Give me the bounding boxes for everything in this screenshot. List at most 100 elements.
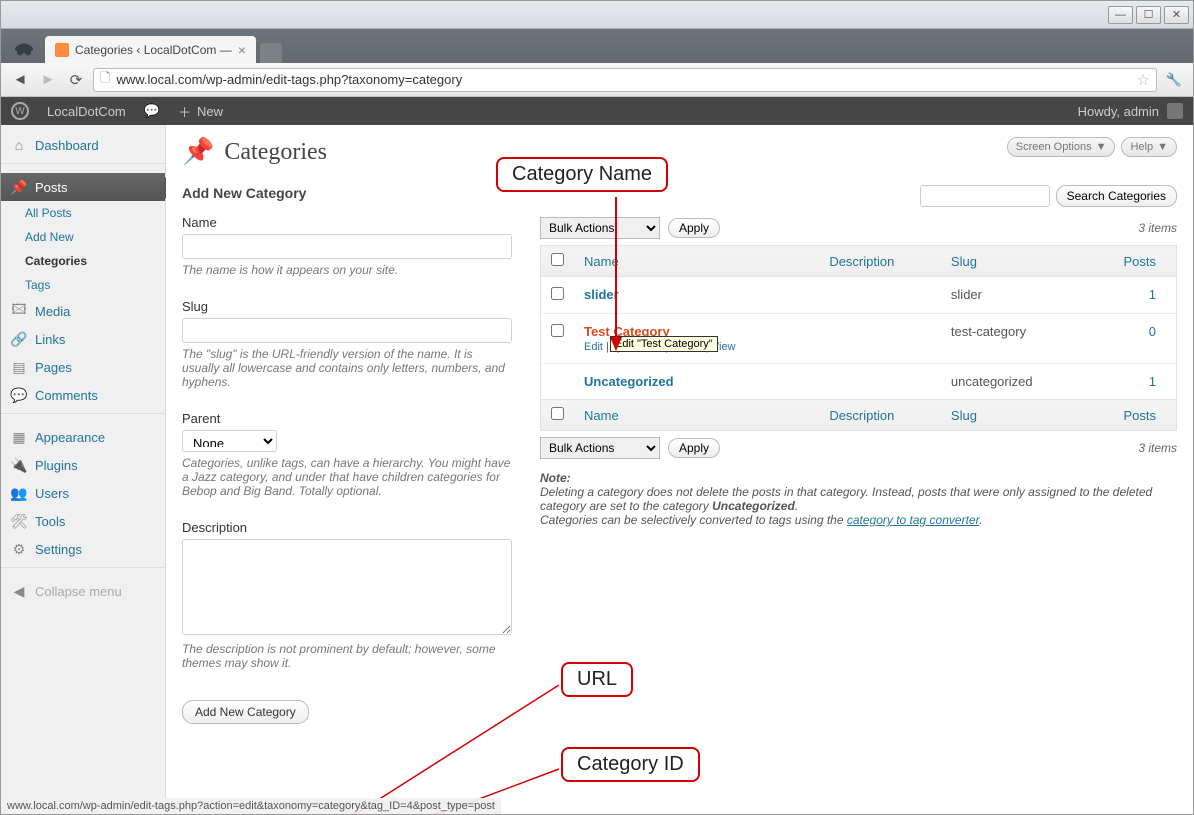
col-slug[interactable]: Slug <box>941 246 1086 277</box>
bulk-actions-select-top[interactable]: Bulk Actions <box>540 217 660 239</box>
menu-label: Comments <box>35 388 98 403</box>
menu-appearance[interactable]: ▦Appearance <box>1 423 165 451</box>
row-slug: test-category <box>941 314 1086 364</box>
media-icon: 🖾 <box>11 303 27 319</box>
menu-label: Dashboard <box>35 138 99 153</box>
name-input[interactable] <box>182 234 512 259</box>
site-name-menu[interactable]: LocalDotCom <box>47 104 126 119</box>
edit-link[interactable]: Edit <box>584 341 603 353</box>
parent-select[interactable]: None <box>182 430 277 452</box>
menu-tools[interactable]: 🛠Tools <box>1 507 165 535</box>
menu-label: Users <box>35 486 69 501</box>
menu-users[interactable]: 👥 Users <box>1 479 165 507</box>
users-icon: 👥 <box>11 485 27 501</box>
wrench-menu-icon[interactable]: 🔧 <box>1163 69 1185 91</box>
row-checkbox[interactable] <box>551 287 564 300</box>
close-window-button[interactable]: ✕ <box>1164 6 1189 24</box>
page-heading: Categories <box>224 139 327 166</box>
select-all-bottom[interactable] <box>551 407 564 420</box>
forward-button[interactable]: ► <box>37 69 59 91</box>
row-checkbox[interactable] <box>551 324 564 337</box>
tab-close-icon[interactable]: × <box>238 42 246 58</box>
col-slug-bottom[interactable]: Slug <box>941 400 1086 431</box>
note-text: Deleting a category does not delete the … <box>540 485 1152 513</box>
parent-description: Categories, unlike tags, can have a hier… <box>182 456 512 498</box>
categories-table: Name Description Slug Posts slider <box>540 245 1177 431</box>
apply-button-top[interactable]: Apply <box>668 218 720 238</box>
url-text: www.local.com/wp-admin/edit-tags.php?tax… <box>116 72 462 87</box>
search-button[interactable]: Search Categories <box>1056 185 1177 207</box>
submenu-add-new[interactable]: Add New <box>1 225 165 249</box>
menu-dashboard[interactable]: ⌂Dashboard <box>1 131 165 159</box>
bookmark-star-icon[interactable]: ☆ <box>1137 71 1150 89</box>
menu-comments[interactable]: 💬 Comments <box>1 381 165 409</box>
description-input[interactable] <box>182 539 512 635</box>
maximize-button[interactable]: ☐ <box>1136 6 1161 24</box>
col-posts-bottom[interactable]: Posts <box>1086 400 1176 431</box>
menu-label: Settings <box>35 542 82 557</box>
submenu-all-posts[interactable]: All Posts <box>1 201 165 225</box>
col-posts[interactable]: Posts <box>1086 246 1176 277</box>
address-bar[interactable]: 🗋 www.local.com/wp-admin/edit-tags.php?t… <box>93 68 1157 92</box>
row-posts[interactable]: 1 <box>1086 277 1176 314</box>
admin-sidebar: ⌂Dashboard 📌Posts All Posts Add New Cate… <box>1 125 166 814</box>
reload-button[interactable]: ⟳ <box>65 69 87 91</box>
menu-label: Plugins <box>35 458 78 473</box>
new-tab-button[interactable] <box>260 43 282 63</box>
comments-menu[interactable]: 💬 <box>144 103 160 119</box>
back-button[interactable]: ◄ <box>9 69 31 91</box>
row-posts[interactable]: 0 <box>1086 314 1176 364</box>
menu-settings[interactable]: ⚙Settings <box>1 535 165 563</box>
page-icon: 🗋 <box>100 69 110 91</box>
note-text: . <box>979 513 982 527</box>
help-button[interactable]: Help ▼ <box>1121 137 1177 157</box>
appearance-icon: ▦ <box>11 429 27 445</box>
collapse-menu[interactable]: ◀Collapse menu <box>1 577 165 605</box>
new-label: New <box>197 104 223 119</box>
submenu-tags[interactable]: Tags <box>1 273 165 297</box>
items-count-top: 3 items <box>1138 221 1177 235</box>
link-icon: 🔗 <box>11 331 27 347</box>
browser-tabstrip: Categories ‹ LocalDotCom — × <box>1 29 1193 63</box>
note-text: Categories can be selectively converted … <box>540 513 847 527</box>
wp-adminbar: W LocalDotCom 💬 ＋New Howdy, admin <box>1 97 1193 125</box>
slug-input[interactable] <box>182 318 512 343</box>
col-description[interactable]: Description <box>819 246 941 277</box>
menu-posts[interactable]: 📌Posts <box>1 173 165 201</box>
tab-title: Categories ‹ LocalDotCom — <box>75 43 232 57</box>
howdy-text[interactable]: Howdy, admin <box>1078 104 1159 119</box>
menu-links[interactable]: 🔗 Links <box>1 325 165 353</box>
row-description <box>819 277 941 314</box>
submenu-categories[interactable]: Categories <box>1 249 165 273</box>
col-description-bottom[interactable]: Description <box>819 400 941 431</box>
category-link[interactable]: slider <box>584 287 619 302</box>
minimize-button[interactable]: — <box>1108 6 1133 24</box>
menu-media[interactable]: 🖾 Media <box>1 297 165 325</box>
menu-plugins[interactable]: 🔌 Plugins <box>1 451 165 479</box>
comment-icon: 💬 <box>11 387 27 403</box>
search-input[interactable] <box>920 185 1050 207</box>
browser-tab[interactable]: Categories ‹ LocalDotCom — × <box>45 36 256 63</box>
plugin-icon: 🔌 <box>11 457 27 473</box>
main-content: Screen Options ▼ Help ▼ 📌 Categories Add… <box>166 125 1193 814</box>
select-all-top[interactable] <box>551 253 564 266</box>
row-slug: slider <box>941 277 1086 314</box>
note-label: Note: <box>540 471 571 485</box>
col-name[interactable]: Name <box>574 246 819 277</box>
new-content-menu[interactable]: ＋New <box>178 102 223 121</box>
bulk-actions-select-bottom[interactable]: Bulk Actions <box>540 437 660 459</box>
menu-label: Tools <box>35 514 65 529</box>
wp-logo-menu[interactable]: W <box>11 102 29 120</box>
screen-options-button[interactable]: Screen Options ▼ <box>1007 137 1116 157</box>
table-row: Uncategorized uncategorized 1 <box>541 364 1177 400</box>
menu-label: Links <box>35 332 65 347</box>
row-posts[interactable]: 1 <box>1086 364 1176 400</box>
add-category-button[interactable]: Add New Category <box>182 700 309 724</box>
col-name-bottom[interactable]: Name <box>574 400 819 431</box>
converter-link[interactable]: category to tag converter <box>847 513 979 527</box>
menu-pages[interactable]: ▤Pages <box>1 353 165 381</box>
category-link[interactable]: Uncategorized <box>584 374 674 389</box>
note-block: Note: Deleting a category does not delet… <box>540 471 1177 527</box>
menu-label: Media <box>35 304 70 319</box>
apply-button-bottom[interactable]: Apply <box>668 438 720 458</box>
